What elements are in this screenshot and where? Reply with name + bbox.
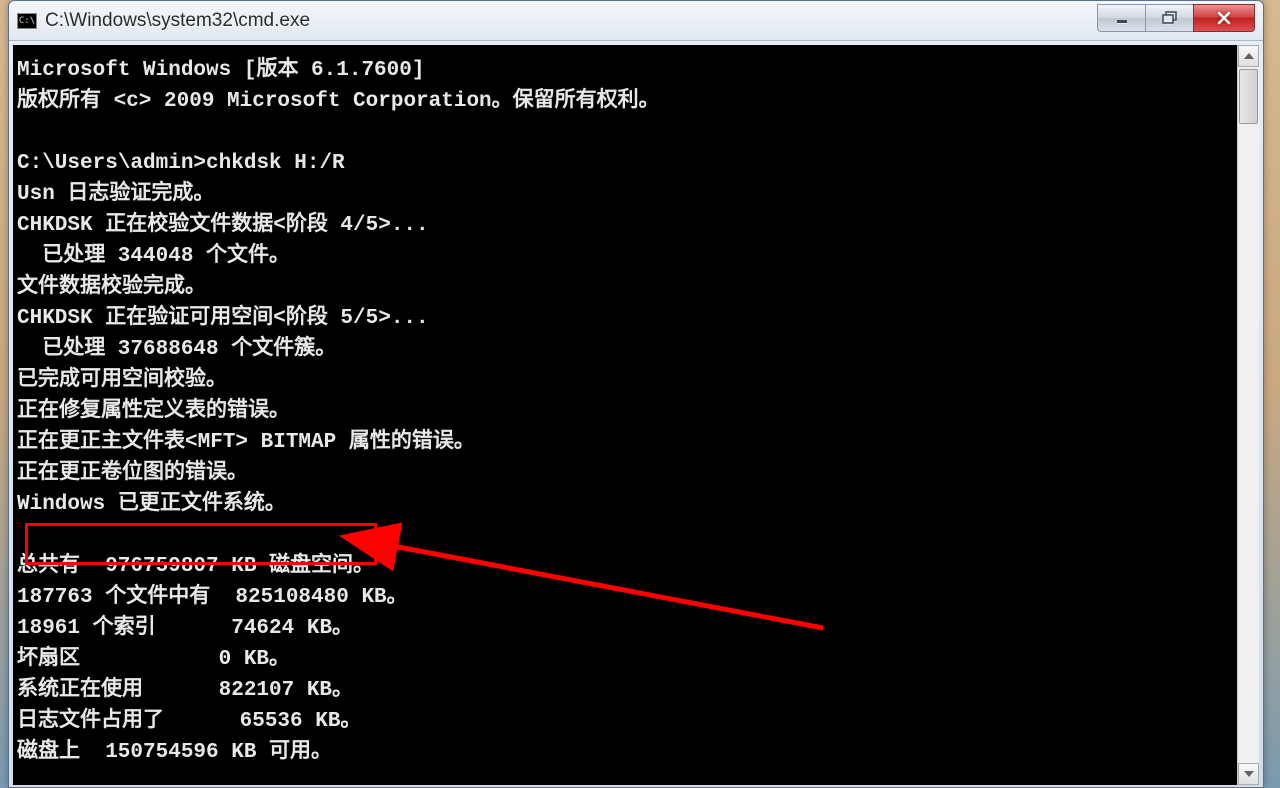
scroll-down-button[interactable] bbox=[1238, 763, 1259, 785]
minimize-button[interactable] bbox=[1097, 4, 1145, 32]
window-controls bbox=[1097, 10, 1255, 32]
terminal-line: 文件数据校验完成。 bbox=[17, 272, 1229, 303]
titlebar[interactable]: C:\ C:\Windows\system32\cmd.exe bbox=[9, 1, 1263, 41]
terminal-line: 坏扇区 0 KB。 bbox=[17, 644, 1229, 675]
scroll-up-button[interactable] bbox=[1238, 45, 1259, 67]
terminal-line: 187763 个文件中有 825108480 KB。 bbox=[17, 582, 1229, 613]
terminal-line: 已处理 37688648 个文件簇。 bbox=[17, 334, 1229, 365]
terminal-line: 总共有 976759807 KB 磁盘空间。 bbox=[17, 551, 1229, 582]
chevron-down-icon bbox=[1244, 771, 1254, 777]
terminal-line: CHKDSK 正在验证可用空间<阶段 5/5>... bbox=[17, 303, 1229, 334]
terminal-line: 正在更正卷位图的错误。 bbox=[17, 458, 1229, 489]
terminal-line: 正在更正主文件表<MFT> BITMAP 属性的错误。 bbox=[17, 427, 1229, 458]
scrollbar[interactable] bbox=[1237, 45, 1259, 785]
terminal-line: 正在修复属性定义表的错误。 bbox=[17, 396, 1229, 427]
window-title: C:\Windows\system32\cmd.exe bbox=[45, 10, 1097, 32]
cmd-window: C:\ C:\Windows\system32\cmd.exe Mic bbox=[8, 0, 1264, 788]
scroll-thumb[interactable] bbox=[1239, 69, 1258, 124]
chevron-up-icon bbox=[1244, 53, 1254, 59]
terminal-line: Usn 日志验证完成。 bbox=[17, 179, 1229, 210]
terminal-line: 版权所有 <c> 2009 Microsoft Corporation。保留所有… bbox=[17, 86, 1229, 117]
terminal-line: 已处理 344048 个文件。 bbox=[17, 241, 1229, 272]
terminal-line bbox=[17, 520, 1229, 551]
terminal-line bbox=[17, 117, 1229, 148]
terminal-line: 已完成可用空间校验。 bbox=[17, 365, 1229, 396]
close-button[interactable] bbox=[1193, 4, 1255, 32]
terminal-line: Windows 已更正文件系统。 bbox=[17, 489, 1229, 520]
cmd-icon: C:\ bbox=[17, 13, 37, 29]
terminal-line: 日志文件占用了 65536 KB。 bbox=[17, 706, 1229, 737]
terminal-line: 系统正在使用 822107 KB。 bbox=[17, 675, 1229, 706]
terminal-line: 18961 个索引 74624 KB。 bbox=[17, 613, 1229, 644]
terminal-line: 磁盘上 150754596 KB 可用。 bbox=[17, 737, 1229, 768]
maximize-button[interactable] bbox=[1145, 4, 1193, 32]
close-icon bbox=[1216, 11, 1232, 25]
terminal-output[interactable]: Microsoft Windows [版本 6.1.7600]版权所有 <c> … bbox=[13, 45, 1237, 785]
minimize-icon bbox=[1115, 11, 1129, 25]
restore-icon bbox=[1162, 11, 1178, 25]
terminal-line: CHKDSK 正在校验文件数据<阶段 4/5>... bbox=[17, 210, 1229, 241]
terminal-line: C:\Users\admin>chkdsk H:/R bbox=[17, 148, 1229, 179]
terminal-area: Microsoft Windows [版本 6.1.7600]版权所有 <c> … bbox=[13, 45, 1259, 785]
terminal-line: Microsoft Windows [版本 6.1.7600] bbox=[17, 55, 1229, 86]
